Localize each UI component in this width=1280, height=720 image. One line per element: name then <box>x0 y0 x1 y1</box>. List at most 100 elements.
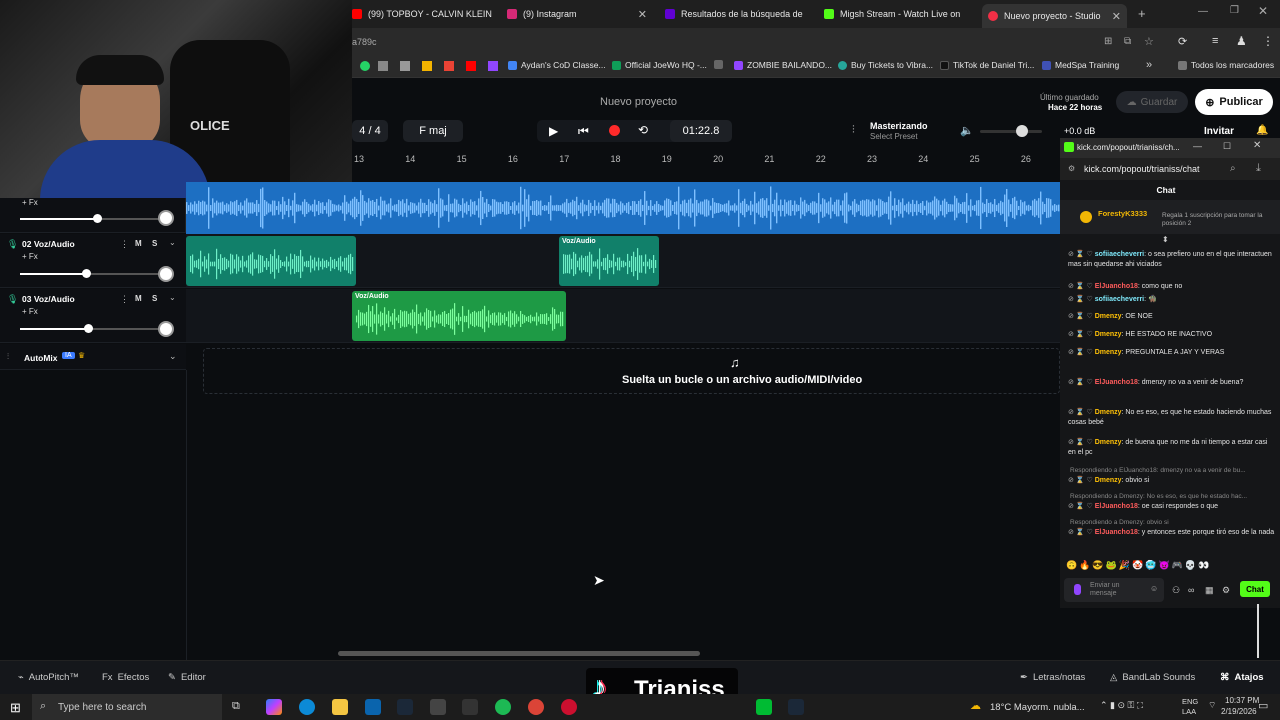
system-tray-icons[interactable]: ⌃ ▮ ⊙ ⚿ ⛶ <box>1100 700 1143 711</box>
editor-button[interactable]: ✎ Editor <box>168 672 206 683</box>
chat-message[interactable]: ⊘ ⌛ ♡ sofiiaecheverri: o sea prefiero un… <box>1068 250 1276 270</box>
network-icon[interactable]: ⌔ <box>1208 700 1216 711</box>
lyrics-button[interactable]: ✒ Letras/notas <box>1020 672 1085 683</box>
reading-list-icon[interactable]: ≡ <box>1212 35 1218 47</box>
chat-message[interactable]: ⊘ ⌛ ♡ Dmenzy: OE NOE <box>1068 312 1276 322</box>
chat-username[interactable]: Dmenzy <box>1095 439 1122 446</box>
track-volume-slider[interactable] <box>20 218 160 220</box>
chat-url[interactable]: kick.com/popout/trianiss/chat <box>1084 164 1200 174</box>
minimize-window-button[interactable]: — <box>1198 6 1208 17</box>
mute-button[interactable]: M <box>135 294 142 303</box>
bookmark-item[interactable]: Buy Tickets to Vibra... <box>838 60 933 70</box>
publish-button[interactable]: ⊕ Publicar <box>1195 89 1273 115</box>
browser-tab-active[interactable]: Nuevo proyecto - Studio ✕ <box>982 4 1127 28</box>
profile-icon[interactable]: ♟ <box>1236 34 1247 48</box>
track-lane-03[interactable]: Voz/Audio <box>186 289 1060 343</box>
browser-tab[interactable]: Resultados de la búsqueda de✕ <box>665 4 805 24</box>
app-icon[interactable] <box>756 699 772 715</box>
maximize-window-button[interactable]: ☐ <box>1223 141 1231 152</box>
bookmark-icon[interactable] <box>378 61 388 71</box>
download-icon[interactable]: ⤓ <box>1256 162 1261 175</box>
pan-knob[interactable] <box>158 266 174 282</box>
pan-knob[interactable] <box>158 321 174 337</box>
chat-username[interactable]: ElJuancho18 <box>1095 283 1138 290</box>
whatsapp-icon[interactable] <box>360 61 370 71</box>
clock-date[interactable]: 2/19/2026 <box>1221 707 1257 716</box>
save-button[interactable]: ☁ Guardar <box>1116 91 1188 113</box>
pin-icon[interactable]: ⬍ <box>1162 235 1169 244</box>
track-name[interactable]: 02 Voz/Audio <box>22 239 75 249</box>
add-fx-button[interactable]: + Fx <box>22 198 38 207</box>
steam-icon[interactable] <box>788 699 804 715</box>
twitch-icon[interactable] <box>488 61 498 71</box>
taskbar-search[interactable]: ⌕ Type here to search <box>32 694 222 720</box>
chat-address-bar[interactable]: ⚙ kick.com/popout/trianiss/chat ⌕ ⤓ <box>1060 158 1280 180</box>
automix-row[interactable]: ⫶ AutoMix IA ♛ ⌄ <box>0 344 186 370</box>
app-icon[interactable] <box>462 699 478 715</box>
chat-username[interactable]: ElJuancho18 <box>1095 503 1138 510</box>
chat-username[interactable]: Dmenzy <box>1095 331 1122 338</box>
solo-button[interactable]: S <box>152 294 157 303</box>
weather-text[interactable]: 18°C Mayorm. nubla... <box>990 702 1085 713</box>
file-explorer-icon[interactable] <box>332 699 348 715</box>
chevron-down-icon[interactable]: ⌄ <box>169 351 177 362</box>
audio-clip[interactable] <box>186 236 356 286</box>
menu-icon[interactable]: ⋮ <box>1262 34 1274 48</box>
play-icon[interactable]: ▶ <box>549 124 558 138</box>
audio-clip[interactable]: Voz/Audio <box>352 291 566 341</box>
emoji-icon[interactable]: ☺ <box>1150 584 1158 593</box>
emote-bar[interactable]: 🙃🔥😎🐸🎉🤡🥶😈🎮💀👀 <box>1066 560 1226 574</box>
chevron-down-icon[interactable]: ⌄ <box>169 293 176 302</box>
zoom-icon[interactable]: ⌕ <box>1230 163 1236 174</box>
chat-username[interactable]: sofiiaecheverri <box>1095 251 1144 258</box>
chat-input[interactable]: Enviar un mensaje ☺ <box>1064 578 1164 602</box>
chrome-icon[interactable] <box>528 699 544 715</box>
chat-message[interactable]: ⊘ ⌛ ♡ ElJuancho18: oe casi respondes o q… <box>1068 502 1276 512</box>
time-signature[interactable]: 4 / 4 <box>352 120 388 142</box>
track-header-03[interactable]: 🎙 03 Voz/Audio ⋮ M S ⌄ + Fx <box>0 289 186 343</box>
track-menu-icon[interactable]: ⋮ <box>120 239 129 250</box>
close-window-button[interactable]: ✕ <box>1253 140 1261 151</box>
chat-message[interactable]: ⊘ ⌛ ♡ ElJuancho18: dmenzy no va a venir … <box>1068 378 1276 388</box>
audio-clip[interactable]: Voz/Audio <box>559 236 659 286</box>
gift-icon[interactable]: ⚇ <box>1172 585 1180 596</box>
copilot-icon[interactable] <box>266 699 282 715</box>
close-icon[interactable]: ✕ <box>638 8 647 21</box>
task-view-icon[interactable]: ⧉ <box>232 700 240 713</box>
skip-back-icon[interactable]: ⏮ <box>578 124 589 139</box>
timeline-ruler[interactable]: 13 14 15 16 17 18 19 20 21 22 23 24 25 26 <box>352 152 1060 166</box>
cast-icon[interactable]: ⧉ <box>1124 36 1131 47</box>
close-window-button[interactable]: ✕ <box>1258 4 1268 18</box>
chevron-down-icon[interactable]: ⌄ <box>169 238 176 247</box>
new-tab-button[interactable]: + <box>1138 6 1146 21</box>
track-volume-handle[interactable] <box>93 214 102 223</box>
chat-username[interactable]: Dmenzy <box>1095 313 1122 320</box>
bookmark-item[interactable] <box>714 60 723 69</box>
bookmark-item[interactable]: ZOMBIE BAILANDO... <box>734 60 832 70</box>
track-volume-handle[interactable] <box>84 324 93 333</box>
settings-gear-icon[interactable]: ⚙ <box>1222 585 1230 596</box>
horizontal-scrollbar[interactable] <box>338 651 700 656</box>
loop-icon[interactable]: ⟲ <box>638 123 648 137</box>
youtube-icon[interactable] <box>466 61 476 71</box>
install-icon[interactable]: ⊞ <box>1104 36 1112 47</box>
effects-button[interactable]: Fx Efectos <box>102 672 149 683</box>
bookmark-item[interactable]: TikTok de Daniel Tri... <box>940 60 1034 70</box>
browser-address-bar[interactable]: a789c ⊞ ⧉ ☆ ⟳ ≡ ♟ ⋮ <box>352 28 1280 56</box>
bandlab-sounds-button[interactable]: ◬ BandLab Sounds <box>1110 672 1195 683</box>
track-header-02[interactable]: 🎙 02 Voz/Audio ⋮ M S ⌄ + Fx <box>0 234 186 288</box>
key-selector[interactable]: F maj <box>403 120 463 142</box>
bookmark-item[interactable]: Official JoeWo HQ -... <box>612 60 707 70</box>
chat-username[interactable]: Dmenzy <box>1095 409 1122 416</box>
url-text[interactable]: a789c <box>352 37 377 47</box>
browser-tab[interactable]: (99) TOPBOY - CALVIN KLEIN (✕ <box>352 4 492 24</box>
steam-icon[interactable] <box>397 699 413 715</box>
bookmark-item[interactable]: MedSpa Training <box>1042 60 1119 70</box>
chat-message[interactable]: ⊘ ⌛ ♡ sofiiaecheverri: 🧌 <box>1068 295 1276 305</box>
track-name[interactable]: 03 Voz/Audio <box>22 294 75 304</box>
chat-message[interactable]: ⊘ ⌛ ♡ ElJuancho18: y entonces este porqu… <box>1068 528 1276 538</box>
mute-button[interactable]: M <box>135 239 142 248</box>
project-title[interactable]: Nuevo proyecto <box>600 96 677 108</box>
add-fx-button[interactable]: + Fx <box>22 252 38 261</box>
minimize-window-button[interactable]: — <box>1193 141 1202 151</box>
